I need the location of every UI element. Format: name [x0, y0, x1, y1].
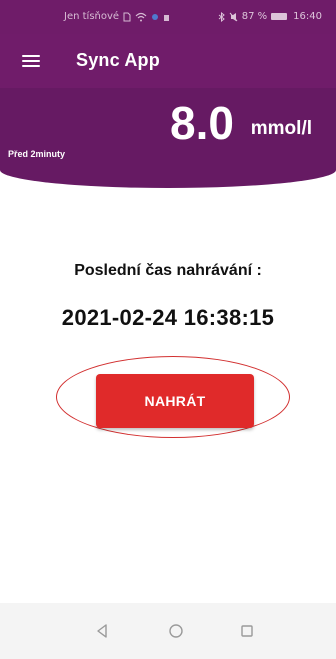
status-left-group: Jen tísňové — [64, 11, 170, 22]
hamburger-menu-icon[interactable] — [22, 54, 40, 68]
app-screen: Jen tísňové 87 % 16:40 Sync App 8.0 mmol… — [0, 0, 336, 659]
status-right-group: 87 % 16:40 — [218, 11, 322, 22]
app-bar: Sync App — [0, 34, 336, 88]
back-icon[interactable] — [88, 617, 116, 645]
glucose-header: 8.0 mmol/l Před 2minuty — [0, 88, 336, 188]
status-time: 16:40 — [293, 11, 322, 22]
last-upload-label: Poslední čas nahrávání : — [74, 262, 262, 279]
glucose-unit: mmol/l — [250, 118, 312, 139]
carrier-text: Jen tísňové — [64, 11, 120, 22]
glucose-value: 8.0 — [170, 97, 234, 149]
lock-notification-icon — [164, 14, 170, 21]
battery-percent: 87 % — [241, 11, 268, 22]
mute-icon — [229, 12, 238, 21]
last-upload-timestamp: 2021-02-24 16:38:15 — [61, 305, 275, 330]
app-title: Sync App — [76, 50, 160, 70]
bluetooth-icon — [218, 11, 225, 22]
status-bar: Jen tísňové 87 % 16:40 — [0, 0, 336, 34]
glucose-time-ago: Před 2minuty — [8, 149, 66, 159]
sim-icon — [123, 12, 131, 21]
notification-dot-icon — [152, 13, 159, 20]
wifi-icon — [135, 12, 147, 21]
recent-apps-icon[interactable] — [233, 617, 261, 645]
system-nav-bar — [0, 603, 336, 659]
battery-icon — [271, 13, 288, 20]
home-icon[interactable] — [162, 617, 190, 645]
upload-button[interactable]: NAHRÁT — [96, 374, 254, 428]
